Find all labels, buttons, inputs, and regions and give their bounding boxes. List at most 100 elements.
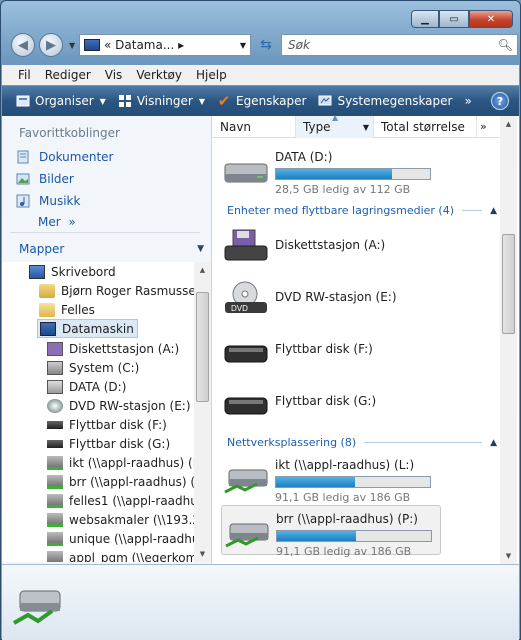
minimize-button[interactable]: ▁	[411, 10, 439, 28]
group-removable[interactable]: Enheter med flyttbare lagringsmedier (4)…	[227, 204, 497, 217]
tree-item-computer[interactable]: Datamaskin	[37, 319, 138, 338]
pane-divider	[10, 232, 200, 233]
group-network-label: Nettverksplassering (8)	[227, 436, 357, 449]
search-input[interactable]: Søk 🔍︎	[281, 34, 518, 56]
search-icon[interactable]: 🔍︎	[498, 38, 513, 52]
columns-overflow[interactable]: »	[480, 120, 487, 133]
removable-disk-icon	[47, 420, 63, 429]
views-button[interactable]: Visninger ▼	[118, 94, 205, 108]
address-dropdown-icon[interactable]: ▼	[240, 41, 246, 50]
menu-view[interactable]: Vis	[105, 68, 123, 82]
system-properties-button[interactable]: Systemegenskaper	[318, 94, 452, 108]
folders-header[interactable]: Mapper ▼	[2, 238, 212, 260]
drive-dvd[interactable]: DVD DVD RW-stasjon (E:)	[221, 272, 441, 322]
address-breadcrumb[interactable]: « Datama... ▸	[104, 38, 184, 52]
properties-button[interactable]: ✔ Egenskaper	[217, 92, 307, 110]
drive-network-brr[interactable]: brr (\\appl-raadhus) (P:) 91,1 GB ledig …	[221, 505, 441, 558]
toolbar-overflow-button[interactable]: »	[464, 94, 471, 108]
tree-item-network-felles1[interactable]: felles1 (\\appl-raadhus)	[47, 491, 195, 510]
tree-item-label: Flyttbar disk (G:)	[69, 436, 171, 451]
menu-help[interactable]: Hjelp	[196, 68, 227, 82]
column-type-label: Type	[303, 120, 331, 134]
tree-item-removable-f[interactable]: Flyttbar disk (F:)	[47, 415, 167, 434]
tree-item-label: Bjørn Roger Rasmussen	[61, 283, 195, 298]
collapse-icon[interactable]: ▲	[490, 206, 497, 216]
user-folder-icon	[39, 283, 55, 298]
favorites-more-label: Mer	[38, 215, 61, 229]
recent-pages-dropdown[interactable]: ▼	[69, 41, 75, 50]
navigation-bar: ◀ ▶ ▼ « Datama... ▸ ▼ ⇆ Søk 🔍︎	[9, 33, 518, 59]
column-type[interactable]: Type ▲ ▼	[296, 113, 374, 138]
favorite-music-label: Musikk	[39, 194, 81, 208]
file-list-scrollbar[interactable]: ▲ ▼	[500, 116, 517, 564]
drive-removable-g[interactable]: Flyttbar disk (G:)	[221, 376, 441, 426]
usage-fill	[276, 477, 355, 487]
forward-button[interactable]: ▶	[39, 33, 63, 57]
details-pane	[2, 564, 519, 640]
floppy-icon	[47, 341, 63, 356]
chevron-down-icon[interactable]: ▼	[197, 244, 204, 254]
tree-item-label: Diskettstasjon (A:)	[69, 341, 180, 356]
tree-item-label: DVD RW-stasjon (E:)	[69, 398, 191, 413]
menu-file[interactable]: Fil	[18, 68, 31, 82]
favorite-music[interactable]: Musikk	[2, 190, 211, 212]
tree-item-label: Datamaskin	[62, 321, 134, 336]
scroll-down-icon[interactable]: ▼	[194, 546, 211, 562]
tree-item-network-p[interactable]: brr (\\appl-raadhus) (P:)	[47, 472, 195, 491]
column-name[interactable]: Navn	[213, 116, 296, 138]
favorite-documents-label: Dokumenter	[39, 150, 114, 164]
drive-name: ikt (\\appl-raadhus) (L:)	[275, 458, 415, 472]
tree-item-network-appl[interactable]: appl_pgm (\\egerkomm	[47, 548, 195, 562]
folder-tree-scrollbar[interactable]: ▲ ▼	[194, 262, 211, 562]
more-arrows-icon: »	[68, 215, 76, 229]
network-drive-icon	[47, 550, 63, 562]
removable-disk-icon	[224, 397, 268, 415]
tree-item-label: DATA (D:)	[69, 379, 127, 394]
help-button[interactable]: ?	[491, 92, 509, 110]
system-properties-label: Systemegenskaper	[337, 94, 453, 108]
system-drive-icon	[47, 360, 63, 375]
group-network[interactable]: Nettverksplassering (8) ▲	[227, 436, 497, 449]
favorites-more-link[interactable]: Mer »	[2, 212, 211, 232]
scroll-up-icon[interactable]: ▲	[194, 262, 211, 278]
tree-item-removable-g[interactable]: Flyttbar disk (G:)	[47, 434, 170, 453]
tree-item-dvd[interactable]: DVD RW-stasjon (E:)	[47, 396, 191, 415]
drive-name: Flyttbar disk (G:)	[275, 394, 377, 408]
close-button[interactable]: ✕	[469, 10, 513, 28]
scroll-down-icon[interactable]: ▼	[500, 548, 517, 564]
collapse-icon[interactable]: ▲	[490, 438, 497, 448]
tree-item-data[interactable]: DATA (D:)	[47, 377, 126, 396]
tree-item-floppy[interactable]: Diskettstasjon (A:)	[47, 339, 179, 358]
tree-item-desktop[interactable]: Skrivebord	[29, 262, 116, 281]
tree-item-label: unique (\\appl-raadhus	[69, 531, 195, 546]
back-button[interactable]: ◀	[11, 33, 35, 57]
scroll-up-icon[interactable]: ▲	[500, 116, 517, 132]
dvd-drive-icon: DVD	[225, 281, 267, 313]
drive-data[interactable]: DATA (D:) 28,5 GB ledig av 112 GB	[221, 144, 441, 196]
tree-item-shared[interactable]: Felles	[39, 300, 95, 319]
maximize-button[interactable]: ▭	[439, 10, 469, 28]
drive-network-ikt[interactable]: ikt (\\appl-raadhus) (L:) 91,1 GB ledig …	[221, 452, 441, 504]
scroll-thumb[interactable]	[502, 234, 515, 334]
tree-item-network-websak[interactable]: websakmaler (\\193.212	[47, 510, 195, 529]
menu-edit[interactable]: Rediger	[45, 68, 91, 82]
refresh-button[interactable]: ⇆	[255, 34, 277, 56]
music-icon	[16, 194, 30, 208]
drive-floppy[interactable]: Diskettstasjon (A:)	[221, 220, 441, 270]
column-total-size[interactable]: Total størrelse	[374, 116, 477, 138]
tree-item-network-unique[interactable]: unique (\\appl-raadhus	[47, 529, 195, 548]
menu-tools[interactable]: Verktøy	[136, 68, 182, 82]
favorite-documents[interactable]: Dokumenter	[2, 146, 211, 168]
favorite-pictures[interactable]: Bilder	[2, 168, 211, 190]
back-arrow-icon: ◀	[18, 37, 28, 53]
tree-item-user[interactable]: Bjørn Roger Rasmussen	[39, 281, 195, 300]
column-type-dropdown-icon[interactable]: ▼	[363, 123, 369, 132]
file-list: Navn Type ▲ ▼ Total størrelse » DATA (D:) …	[213, 113, 519, 564]
drive-removable-f[interactable]: Flyttbar disk (F:)	[221, 324, 441, 374]
tree-item-network-l[interactable]: ikt (\\appl-raadhus) (L:)	[47, 453, 195, 472]
tree-item-system[interactable]: System (C:)	[47, 358, 139, 377]
address-bar[interactable]: « Datama... ▸ ▼	[79, 34, 251, 56]
scroll-thumb[interactable]	[196, 292, 209, 402]
organize-button[interactable]: Organiser ▼	[16, 94, 106, 108]
drive-name: Flyttbar disk (F:)	[275, 342, 373, 356]
